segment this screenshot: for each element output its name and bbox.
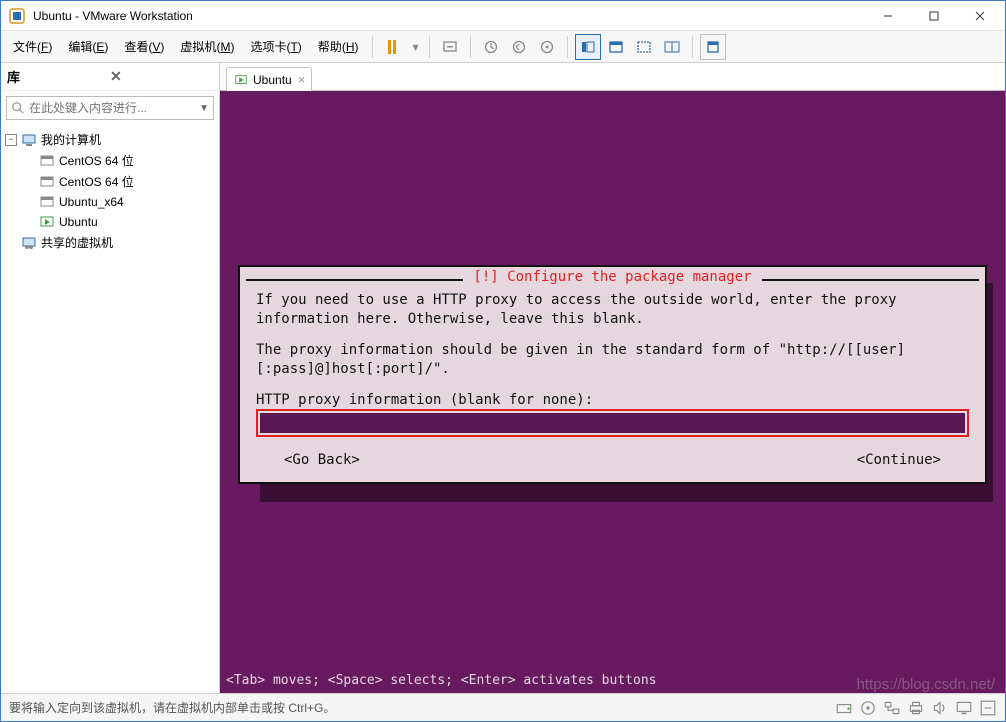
tab-label: Ubuntu [253, 73, 292, 87]
device-menu-icon[interactable] [979, 699, 997, 717]
proxy-input[interactable] [260, 413, 965, 433]
menu-file[interactable]: 文件(F) [5, 34, 60, 59]
view-mode-3[interactable] [631, 34, 657, 60]
tab-ubuntu[interactable]: Ubuntu × [226, 67, 312, 91]
revert-button[interactable] [506, 34, 532, 60]
disk-icon[interactable] [835, 699, 853, 717]
tree-vm-centos-2[interactable]: CentOS 64 位 [1, 171, 219, 192]
statusbar: 要将输入定向到该虚拟机，请在虚拟机内部单击或按 Ctrl+G。 [1, 693, 1005, 721]
minimize-button[interactable] [865, 2, 911, 30]
tree-label: Ubuntu_x64 [59, 195, 124, 209]
shared-icon [21, 235, 37, 251]
tree-vm-centos-1[interactable]: CentOS 64 位 [1, 150, 219, 171]
sidebar-title: 库 [7, 67, 106, 86]
tree-vm-ubuntu[interactable]: Ubuntu [1, 212, 219, 232]
tree-label: CentOS 64 位 [59, 152, 134, 169]
pause-button[interactable] [380, 34, 406, 60]
tree-root-mycomputer[interactable]: − 我的计算机 [1, 129, 219, 150]
sidebar-search-wrap: ▼ [1, 91, 219, 125]
installer-helpbar: <Tab> moves; <Space> selects; <Enter> ac… [220, 673, 1005, 693]
tabbar: Ubuntu × [220, 63, 1005, 91]
toolbar-separator [372, 36, 373, 58]
dialog-box: [!] Configure the package manager If you… [238, 265, 987, 484]
dialog-text-2: The proxy information should be given in… [256, 341, 969, 379]
tree-label: CentOS 64 位 [59, 173, 134, 190]
computer-icon [21, 132, 37, 148]
sound-icon[interactable] [931, 699, 949, 717]
continue-button[interactable]: <Continue> [857, 451, 941, 470]
menubar: 文件(F) 编辑(E) 查看(V) 虚拟机(M) 选项卡(T) 帮助(H) ▾ [1, 31, 1005, 63]
printer-icon[interactable] [907, 699, 925, 717]
tree-vm-ubuntu-x64[interactable]: Ubuntu_x64 [1, 192, 219, 212]
sidebar: 库 ✕ ▼ − 我的计算机 CentOS 64 [1, 63, 220, 693]
main-area: 库 ✕ ▼ − 我的计算机 CentOS 64 [1, 63, 1005, 693]
menu-view[interactable]: 查看(V) [116, 34, 172, 59]
manage-snapshots-button[interactable] [534, 34, 560, 60]
menu-help[interactable]: 帮助(H) [310, 34, 367, 59]
maximize-button[interactable] [911, 2, 957, 30]
network-icon[interactable] [883, 699, 901, 717]
snapshot-button[interactable] [478, 34, 504, 60]
toolbar-separator [692, 36, 693, 58]
vm-icon [39, 153, 55, 169]
view-mode-1[interactable] [575, 34, 601, 60]
vm-icon [39, 174, 55, 190]
close-button[interactable] [957, 2, 1003, 30]
app-window: Ubuntu - VMware Workstation 文件(F) 编辑(E) … [0, 0, 1006, 722]
proxy-field-box [256, 409, 969, 437]
chevron-down-icon[interactable]: ▼ [199, 103, 209, 114]
window-title: Ubuntu - VMware Workstation [33, 9, 865, 23]
installer-dialog: [!] Configure the package manager If you… [238, 265, 987, 484]
search-icon [11, 101, 25, 115]
go-back-button[interactable]: <Go Back> [284, 451, 360, 470]
menu-edit[interactable]: 编辑(E) [60, 34, 116, 59]
dialog-text-1: If you need to use a HTTP proxy to acces… [256, 291, 969, 329]
search-input[interactable] [29, 101, 195, 115]
power-dropdown[interactable]: ▾ [408, 34, 422, 60]
app-icon [9, 8, 25, 24]
vm-icon [39, 194, 55, 210]
tree-shared-vms[interactable]: 共享的虚拟机 [1, 232, 219, 253]
tree-label: Ubuntu [59, 215, 98, 229]
view-mode-2[interactable] [603, 34, 629, 60]
vm-running-icon [39, 214, 55, 230]
status-icons [835, 699, 997, 717]
toolbar-separator [429, 36, 430, 58]
vm-tree: − 我的计算机 CentOS 64 位 CentOS 64 位 [1, 125, 219, 693]
field-label: HTTP proxy information (blank for none): [256, 391, 969, 410]
collapse-icon[interactable]: − [5, 134, 17, 146]
vm-running-icon [233, 72, 249, 88]
view-mode-4[interactable] [659, 34, 685, 60]
sidebar-search[interactable]: ▼ [6, 96, 214, 120]
fullscreen-button[interactable] [700, 34, 726, 60]
toolbar-separator [567, 36, 568, 58]
tree-label: 共享的虚拟机 [41, 234, 113, 251]
content-area: Ubuntu × [!] Configure the package manag… [220, 63, 1005, 693]
window-controls [865, 2, 1003, 30]
sidebar-close-icon[interactable]: ✕ [106, 68, 213, 85]
vm-viewport[interactable]: [!] Configure the package manager If you… [220, 91, 1005, 693]
display-icon[interactable] [955, 699, 973, 717]
send-keys-button[interactable] [437, 34, 463, 60]
menu-vm[interactable]: 虚拟机(M) [172, 34, 242, 59]
status-text: 要将输入定向到该虚拟机，请在虚拟机内部单击或按 Ctrl+G。 [9, 699, 835, 716]
menu-tabs[interactable]: 选项卡(T) [242, 34, 309, 59]
tab-close-icon[interactable]: × [298, 72, 306, 87]
cd-icon[interactable] [859, 699, 877, 717]
tree-label: 我的计算机 [41, 131, 101, 148]
sidebar-header: 库 ✕ [1, 63, 219, 91]
titlebar: Ubuntu - VMware Workstation [1, 1, 1005, 31]
dialog-title: [!] Configure the package manager [469, 269, 755, 285]
toolbar-separator [470, 36, 471, 58]
